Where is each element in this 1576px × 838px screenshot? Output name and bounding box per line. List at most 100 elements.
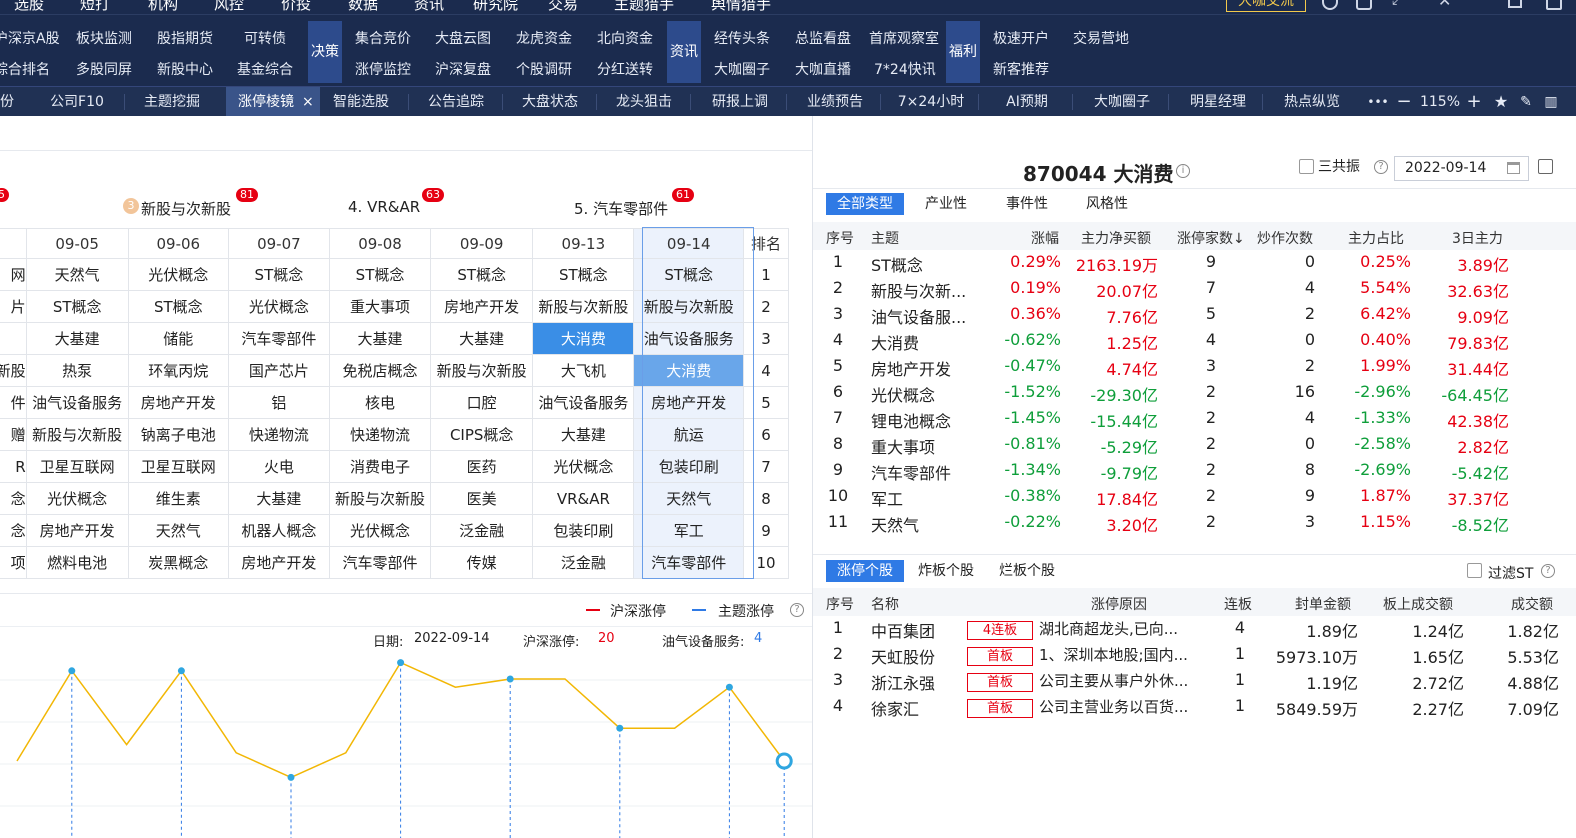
theme-cell[interactable]: 消费电子: [328, 450, 432, 483]
quick-item[interactable]: 首席观察室: [869, 28, 939, 48]
theme-cell[interactable]: 机器人概念: [227, 514, 330, 547]
theme-cell[interactable]: 项: [0, 546, 27, 579]
col-header[interactable]: 序号: [826, 594, 854, 614]
data-point[interactable]: [287, 773, 295, 781]
menu-item[interactable]: 风控: [214, 0, 244, 14]
data-point[interactable]: [68, 667, 76, 675]
theme-cell[interactable]: 燃料电池: [25, 546, 129, 579]
theme-cell[interactable]: 光伏概念: [25, 482, 129, 515]
filter-st-checkbox[interactable]: [1467, 563, 1482, 578]
date-header[interactable]: 09-06: [127, 228, 229, 259]
theme-cell[interactable]: 重大事项: [328, 290, 432, 323]
theme-row[interactable]: 9 汽车零部件 -1.34% -9.79亿 2 8 -2.69% -5.42亿: [813, 460, 1576, 486]
quick-item[interactable]: 北向资金: [597, 28, 653, 48]
theme-row[interactable]: 8 重大事项 -0.81% -5.29亿 2 0 -2.58% 2.82亿: [813, 434, 1576, 460]
featured-theme[interactable]: 新股与次新股: [141, 198, 231, 219]
theme-row[interactable]: 7 锂电池概念 -1.45% -15.44亿 2 4 -1.33% 42.38亿: [813, 408, 1576, 434]
theme-cell[interactable]: 包装印刷: [532, 514, 635, 547]
theme-cell[interactable]: 航运: [633, 418, 744, 451]
quick-item[interactable]: 大咖直播: [795, 59, 851, 79]
date-header[interactable]: 09-09: [430, 228, 534, 259]
quick-item[interactable]: 涨停监控: [355, 59, 411, 79]
zoom-out-icon[interactable]: −: [1394, 87, 1414, 117]
theme-cell[interactable]: 大消费: [633, 354, 744, 387]
theme-cell[interactable]: 大消费: [532, 322, 635, 355]
menu-item[interactable]: 主题猎手: [614, 0, 674, 14]
quick-item[interactable]: 板块监测: [76, 28, 132, 48]
theme-cell[interactable]: 储能: [127, 322, 229, 355]
theme-row[interactable]: 2 新股与次新... 0.19% 20.07亿 7 4 5.54% 32.63亿: [813, 278, 1576, 304]
date-header[interactable]: 09-14: [633, 228, 744, 259]
zoom-in-icon[interactable]: +: [1462, 87, 1486, 117]
quick-item[interactable]: 交易营地: [1073, 28, 1129, 48]
theme-cell[interactable]: ST概念: [25, 290, 129, 323]
data-point[interactable]: [616, 724, 624, 732]
help-icon[interactable]: ?: [1541, 564, 1555, 578]
theme-cell[interactable]: VR&AR: [532, 482, 635, 515]
theme-cell[interactable]: 泛金融: [532, 546, 635, 579]
restore-icon[interactable]: [1508, 0, 1522, 8]
tab[interactable]: 大盘状态: [508, 87, 592, 117]
theme-row[interactable]: 5 房地产开发 -0.47% 4.74亿 3 2 1.99% 31.44亿: [813, 356, 1576, 382]
theme-cell[interactable]: 大基建: [328, 322, 432, 355]
theme-cell[interactable]: 光伏概念: [127, 258, 229, 291]
theme-cell[interactable]: 念: [0, 482, 27, 515]
sangongzhen-checkbox[interactable]: [1299, 159, 1314, 174]
theme-cell[interactable]: 光伏概念: [227, 290, 330, 323]
export-icon[interactable]: [1538, 159, 1553, 174]
theme-cell[interactable]: 新股与次新股: [430, 354, 534, 387]
theme-cell[interactable]: 新股与次新股: [25, 418, 129, 451]
theme-cell[interactable]: 快递物流: [227, 418, 330, 451]
theme-cell[interactable]: 大基建: [532, 418, 635, 451]
quick-item[interactable]: 股指期货: [157, 28, 213, 48]
theme-cell[interactable]: 大飞机: [532, 354, 635, 387]
theme-cell[interactable]: 油气设备服务: [633, 322, 744, 355]
quick-item[interactable]: 沪深复盘: [435, 59, 491, 79]
theme-cell[interactable]: ST概念: [328, 258, 432, 291]
stock-row[interactable]: 1 中百集团 湖北商超龙头,已向... 4 1.89亿 1.24亿 1.82亿 4连板: [813, 618, 1576, 644]
theme-cell[interactable]: 新股与次新股: [532, 290, 635, 323]
theme-cell[interactable]: 天然气: [127, 514, 229, 547]
tab[interactable]: 份: [0, 87, 18, 117]
quick-item[interactable]: 可转债: [244, 28, 286, 48]
layout-icon[interactable]: ▥: [1540, 87, 1562, 117]
theme-cell[interactable]: 新股与次新股: [328, 482, 432, 515]
dk-exchange-button[interactable]: 大咖交流: [1226, 0, 1306, 12]
tab-limit-up-stocks[interactable]: 涨停个股: [826, 560, 904, 582]
quick-item[interactable]: 经传头条: [714, 28, 770, 48]
date-header[interactable]: 09-13: [532, 228, 635, 259]
help-icon[interactable]: ?: [790, 603, 804, 617]
theme-cell[interactable]: 念: [0, 514, 27, 547]
col-header[interactable]: 涨停原因: [1091, 594, 1147, 614]
filter-event[interactable]: 事件性: [995, 193, 1059, 215]
quick-item[interactable]: 集合竞价: [355, 28, 411, 48]
theme-cell[interactable]: 卫星互联网: [127, 450, 229, 483]
theme-cell[interactable]: ST概念: [430, 258, 534, 291]
tab[interactable]: 7×24小时: [888, 87, 974, 117]
theme-row[interactable]: 4 大消费 -0.62% 1.25亿 4 0 0.40% 79.83亿: [813, 330, 1576, 356]
theme-cell[interactable]: 口腔: [430, 386, 534, 419]
data-point[interactable]: [506, 675, 514, 683]
filter-industry[interactable]: 产业性: [914, 193, 978, 215]
current-point[interactable]: [775, 752, 793, 770]
theme-cell[interactable]: 免税店概念: [328, 354, 432, 387]
quick-item[interactable]: 基金综合: [237, 59, 293, 79]
data-point[interactable]: [725, 683, 733, 691]
date-picker[interactable]: 2022-09-14: [1394, 156, 1529, 181]
theme-cell[interactable]: 房地产开发: [430, 290, 534, 323]
theme-cell[interactable]: 钠离子电池: [127, 418, 229, 451]
col-header[interactable]: 炒作次数: [1257, 228, 1313, 248]
menu-item[interactable]: 舆情猎手: [711, 0, 771, 14]
theme-cell[interactable]: 赠: [0, 418, 27, 451]
help-icon[interactable]: ?: [1374, 160, 1388, 174]
theme-cell[interactable]: 快递物流: [328, 418, 432, 451]
theme-row[interactable]: 11 天然气 -0.22% 3.20亿 2 3 1.15% -8.52亿: [813, 512, 1576, 538]
date-header[interactable]: 09-08: [328, 228, 432, 259]
quick-item[interactable]: 分红送转: [597, 59, 653, 79]
data-point[interactable]: [177, 667, 185, 675]
col-header[interactable]: 连板: [1224, 594, 1252, 614]
featured-theme[interactable]: 4. VR&AR: [348, 198, 420, 216]
theme-cell[interactable]: [0, 322, 27, 355]
theme-cell[interactable]: 医药: [430, 450, 534, 483]
theme-cell[interactable]: 国产芯片: [227, 354, 330, 387]
